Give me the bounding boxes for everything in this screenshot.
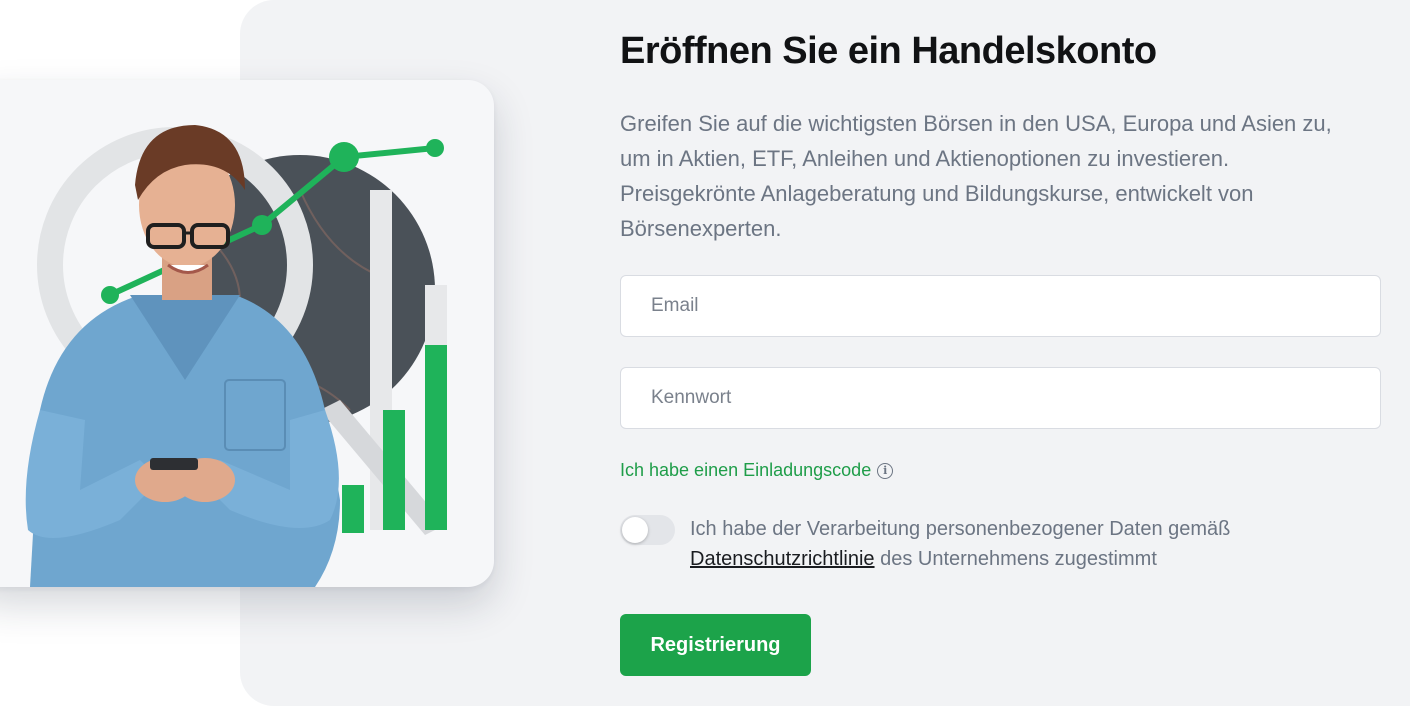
toggle-knob <box>622 517 648 543</box>
privacy-policy-link[interactable]: Datenschutzrichtlinie <box>690 548 875 570</box>
hero-illustration-card <box>0 80 494 587</box>
info-icon[interactable]: i <box>877 462 894 479</box>
page-title: Eröffnen Sie ein Handelskonto <box>620 30 1157 72</box>
consent-prefix: Ich habe der Verarbeitung personenbezoge… <box>690 518 1231 540</box>
consent-toggle[interactable] <box>620 515 675 545</box>
consent-suffix: des Unternehmens zugestimmt <box>874 548 1157 570</box>
hero-illustration <box>25 125 447 587</box>
register-button[interactable]: Registrierung <box>620 614 811 676</box>
invite-code-label: Ich habe einen Einladungscode <box>620 460 872 480</box>
invite-code-link[interactable]: Ich habe einen Einladungscode i <box>620 460 894 481</box>
chart-bar <box>342 485 364 533</box>
consent-text: Ich habe der Verarbeitung personenbezoge… <box>690 514 1370 574</box>
password-field[interactable] <box>620 367 1381 429</box>
page-description: Greifen Sie auf die wichtigsten Börsen i… <box>620 111 1332 241</box>
chart-bar <box>425 345 447 530</box>
chart-bar <box>383 410 405 530</box>
email-field[interactable] <box>620 275 1381 337</box>
